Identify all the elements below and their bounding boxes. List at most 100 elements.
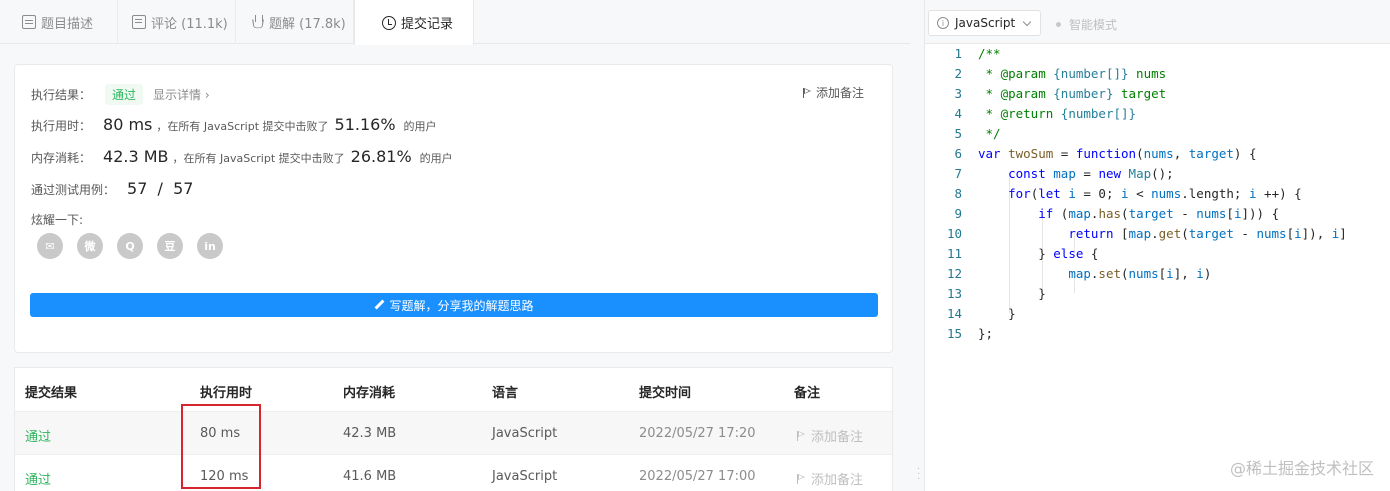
runtime-suffix: 的用户 [403,120,437,133]
wechat-icon[interactable]: ✉ [37,233,63,259]
line-number: 9 [954,206,962,221]
tab-label: 评论 (11.1k) [151,16,228,32]
code-text: */ [978,126,1001,141]
code-text: * @param {number} target [978,86,1167,101]
code-line[interactable]: 13 } [925,284,1390,304]
smart-mode-toggle[interactable]: 智能模式 [1056,16,1117,33]
editor-panel: i JavaScript 智能模式 1 /** 2 * @param {number… [924,0,1390,491]
show-details-link[interactable]: 显示详情 › [153,86,210,103]
code-text: map.set(nums[i], i) [1068,266,1212,281]
row-note-label: 添加备注 [811,473,864,488]
code-line[interactable]: 11 } else { [925,244,1390,264]
code-line[interactable]: 9 if (map.has(target - nums[i])) { [925,204,1390,224]
douban-icon[interactable]: 豆 [157,233,183,259]
code-text: return [map.get(target - nums[i]), i] [1068,226,1347,241]
drag-handle-icon[interactable]: · · · [917,465,920,485]
row-time: 2022/05/27 17:20 [639,426,756,441]
document-icon [22,15,36,29]
tab-label: 题解 (17.8k) [269,16,346,32]
code-text: }; [978,326,994,341]
code-line[interactable]: 12 map.set(nums[i], i) [925,264,1390,284]
line-number: 13 [946,286,962,301]
status-dot-icon [1056,22,1061,27]
code-text: const map = new Map(); [1008,166,1174,181]
col-header-note: 备注 [794,386,821,401]
code-text: for(let i = 0; i < nums.length; i ++) { [1008,186,1302,201]
tests-row: 通过测试用例： 57 / 57 [31,179,193,198]
memory-suffix: 的用户 [419,152,453,165]
tab-label: 题目描述 [41,16,94,32]
tab-bar: 题目描述 评论 (11.1k) 题解 (17.8k) 提交记录 [0,0,910,45]
add-note-button[interactable]: 添加备注 [802,84,864,101]
code-line[interactable]: 5 */ [925,124,1390,144]
code-line[interactable]: 6 var twoSum = function(nums, target) { [925,144,1390,164]
row-status[interactable]: 通过 [25,469,51,488]
runtime-percent: 51.16% [334,115,396,134]
line-number: 3 [954,86,962,101]
tab-solutions[interactable]: 题解 (17.8k) [236,0,354,44]
tab-submissions[interactable]: 提交记录 [354,0,474,45]
chevron-down-icon [1022,17,1032,27]
code-line[interactable]: 3 * @param {number} target [925,84,1390,104]
memory-percent: 26.81% [350,147,412,166]
line-number: 6 [954,146,962,161]
row-time: 2022/05/27 17:00 [639,469,756,484]
status-badge: 通过 [105,84,144,105]
info-icon: i [937,17,949,29]
language-select[interactable]: i JavaScript [928,10,1041,36]
tests-label: 通过测试用例： [31,183,116,197]
language-value: JavaScript [955,16,1016,30]
row-add-note-button[interactable]: 添加备注 [797,469,863,488]
line-number: 8 [954,186,962,201]
code-line[interactable]: 14 } [925,304,1390,324]
panel-splitter[interactable] [910,0,924,491]
code-line[interactable]: 15}; [925,324,1390,344]
flag-icon [802,87,812,98]
code-line[interactable]: 7 const map = new Map(); [925,164,1390,184]
add-note-label: 添加备注 [815,86,864,100]
smart-mode-label: 智能模式 [1069,18,1118,32]
row-status[interactable]: 通过 [25,426,51,445]
memory-label: 内存消耗： [31,151,92,165]
result-card: 执行结果： 通过 显示详情 › 添加备注 执行用时： 80 ms ，在所有 Ja… [14,64,893,353]
share-label: 炫耀一下: [31,213,84,227]
linkedin-icon[interactable]: in [197,233,223,259]
left-panel: 题目描述 评论 (11.1k) 题解 (17.8k) 提交记录 执行结果： 通过… [0,0,910,491]
row-memory: 41.6 MB [343,469,397,484]
runtime-value: 80 ms [103,115,153,134]
line-number: 7 [954,166,962,181]
write-solution-button[interactable]: 写题解，分享我的解题思路 [30,293,878,317]
row-add-note-button[interactable]: 添加备注 [797,426,863,445]
code-editor[interactable]: 1/** 2 * @param {number[]} nums 3 * @param… [925,44,1390,344]
table-row[interactable]: 通过 80 ms 42.3 MB JavaScript 2022/05/27 1… [15,411,892,454]
line-number: 1 [954,46,962,61]
col-header-result: 提交结果 [25,386,78,401]
tab-label: 提交记录 [401,17,454,32]
flask-icon [252,15,264,29]
qq-icon[interactable]: Q [117,233,143,259]
highlight-box [181,404,261,489]
col-header-language: 语言 [492,386,519,401]
table-row[interactable]: 通过 120 ms 41.6 MB JavaScript 2022/05/27 … [15,454,892,491]
tab-description[interactable]: 题目描述 [0,0,118,44]
code-line[interactable]: 2 * @param {number[]} nums [925,64,1390,84]
line-number: 14 [946,306,962,321]
code-line[interactable]: 10 return [map.get(target - nums[i]), i] [925,224,1390,244]
tab-comments[interactable]: 评论 (11.1k) [118,0,236,44]
code-line[interactable]: 4 * @return {number[]} [925,104,1390,124]
result-label: 执行结果： [31,88,92,102]
line-number: 4 [954,106,962,121]
memory-value: 42.3 MB [103,147,169,166]
row-language: JavaScript [492,469,558,484]
code-text: /** [978,46,1001,61]
tests-value: 57 / 57 [127,179,194,198]
col-header-memory: 内存消耗 [343,386,396,401]
app-root: 题目描述 评论 (11.1k) 题解 (17.8k) 提交记录 执行结果： 通过… [0,0,1390,491]
code-line[interactable]: 1 /** [925,44,1390,64]
write-solution-label: 写题解，分享我的解题思路 [389,298,534,313]
code-line[interactable]: 8 for(let i = 0; i < nums.length; i ++) … [925,184,1390,204]
col-header-runtime: 执行用时 [200,386,253,401]
pencil-icon [374,300,384,310]
row-memory: 42.3 MB [343,426,397,441]
weibo-icon[interactable]: 微 [77,233,103,259]
